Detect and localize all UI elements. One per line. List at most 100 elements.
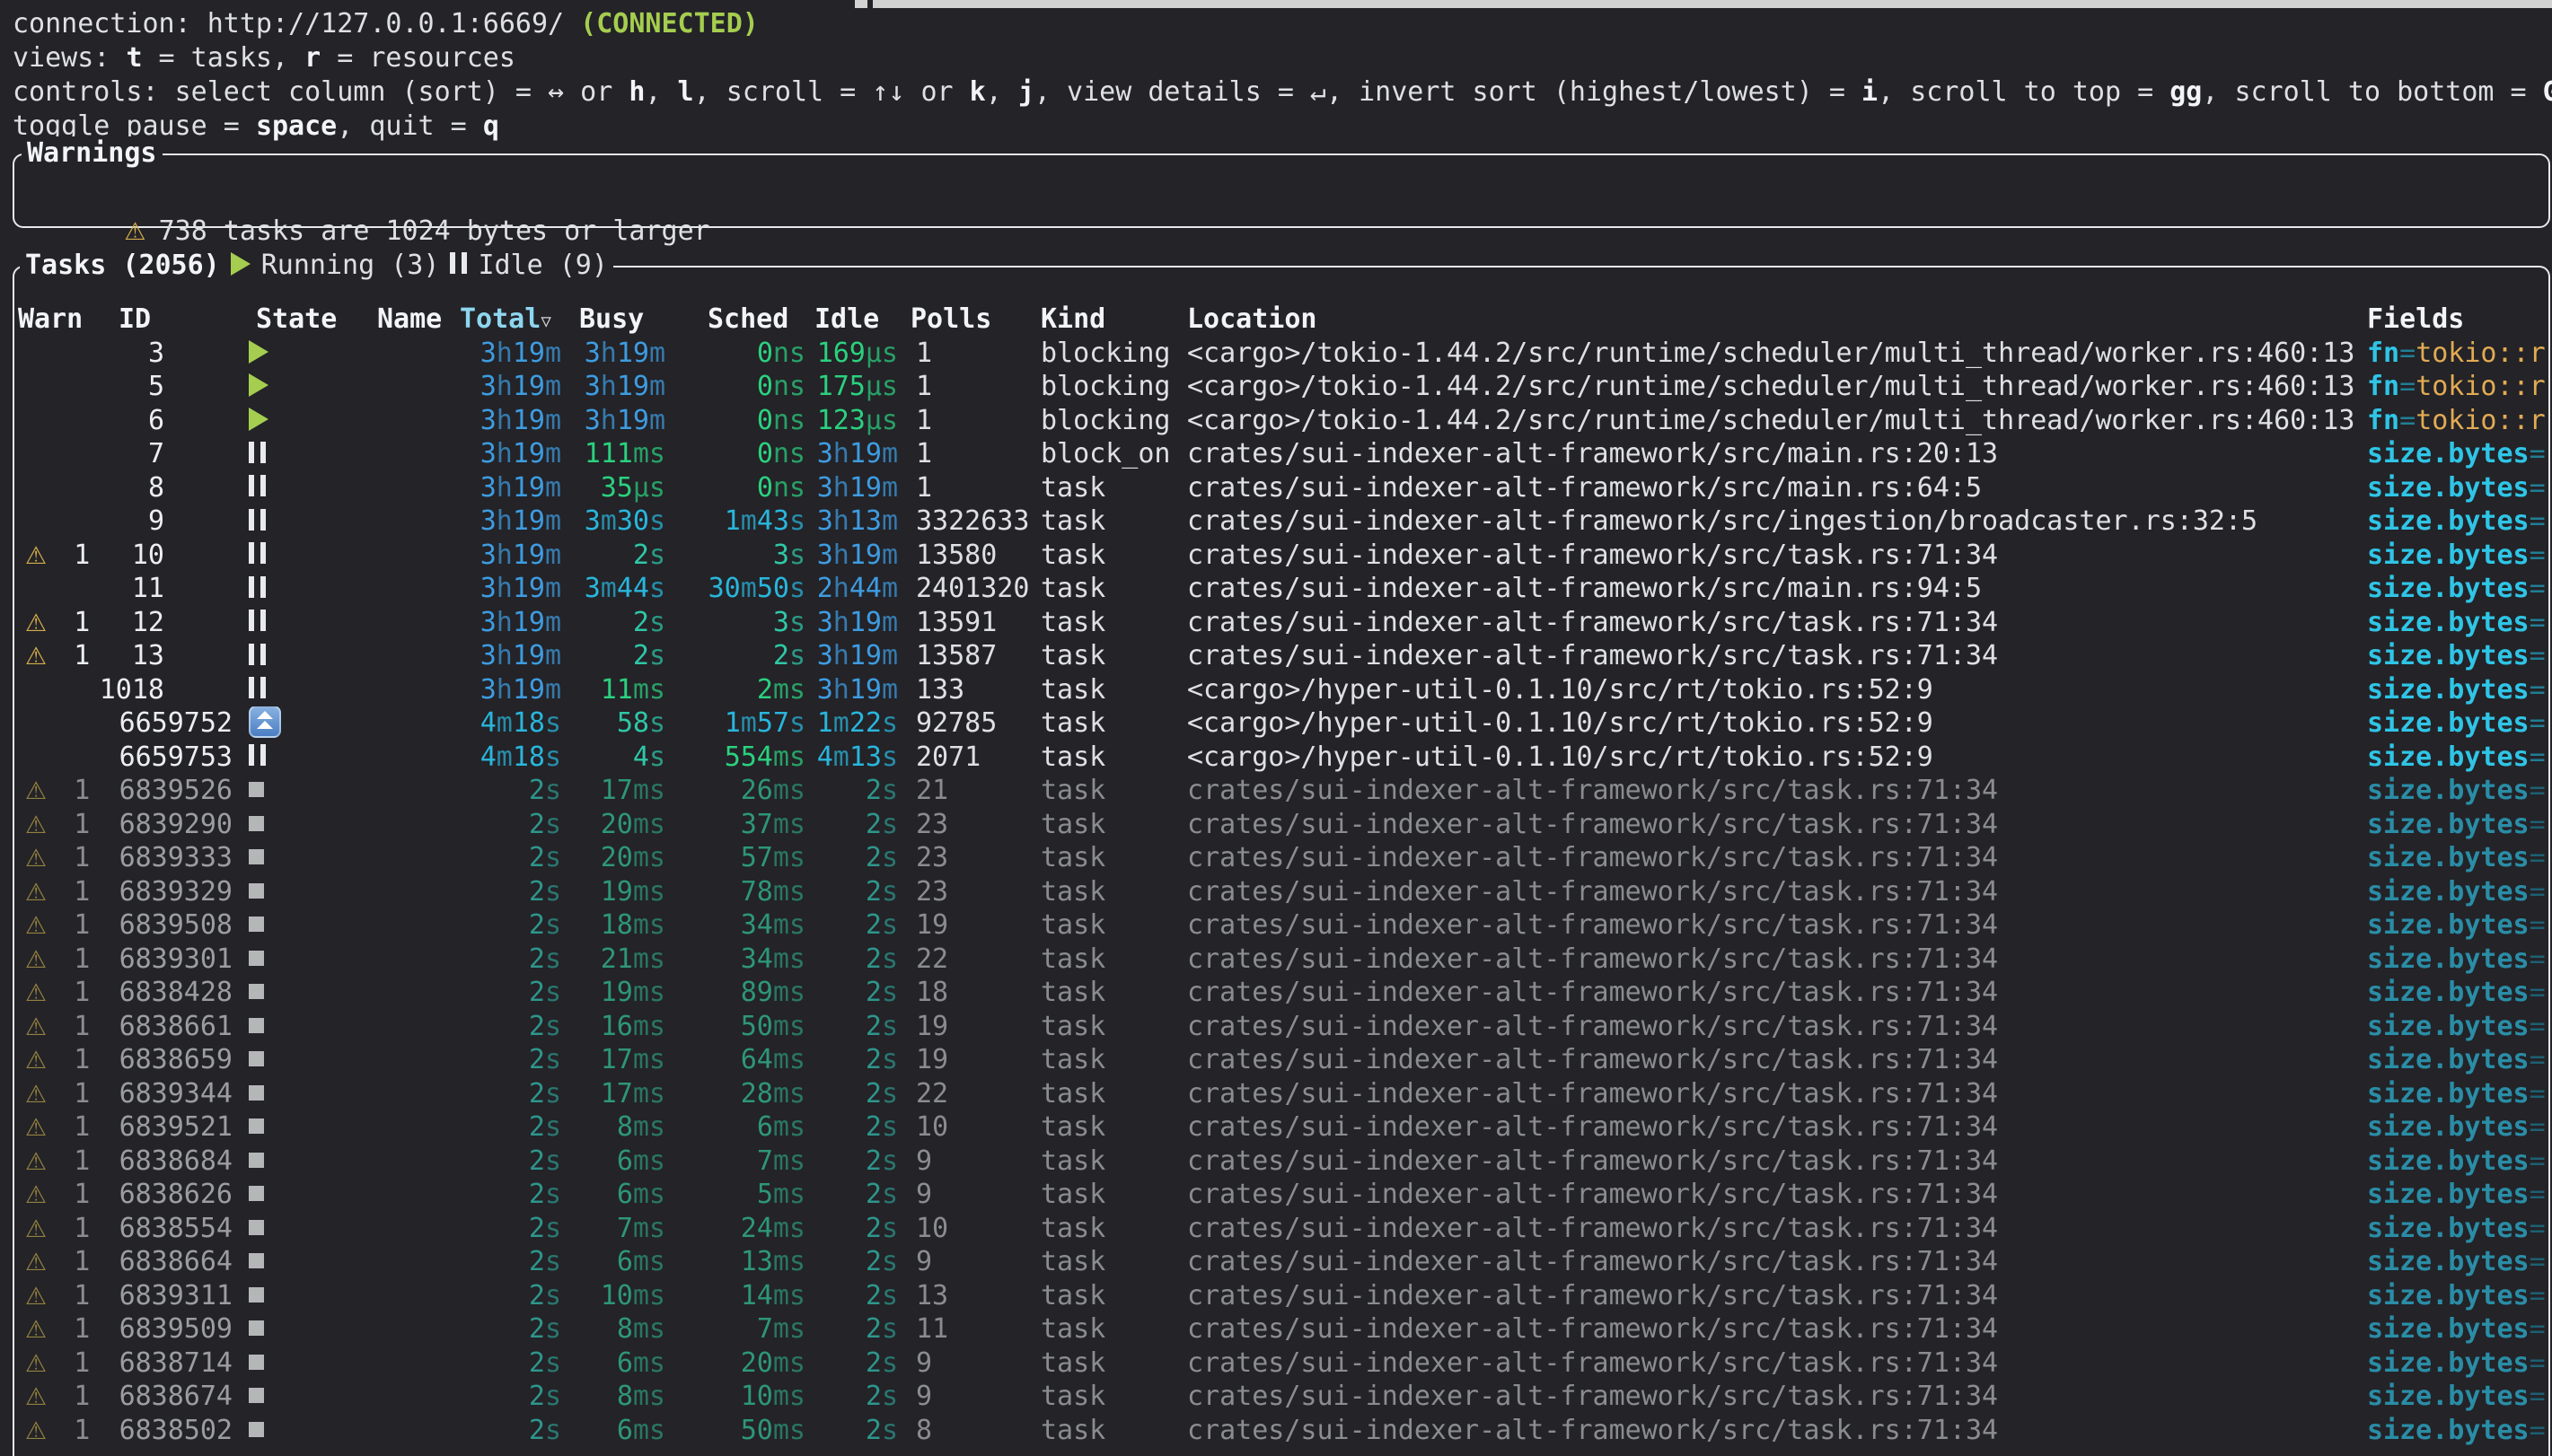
task-row[interactable]: ⚠168386842s6ms7ms2s9taskcrates/sui-index… bbox=[0, 1145, 2552, 1179]
stopped-state-icon bbox=[249, 1051, 264, 1066]
cell-kind: task bbox=[1041, 1212, 1187, 1246]
cell-busy: 17ms bbox=[563, 774, 669, 808]
task-row[interactable]: ⚠168393012s21ms34ms2s22taskcrates/sui-in… bbox=[0, 943, 2552, 977]
column-header-polls[interactable]: Polls bbox=[901, 303, 1041, 337]
duration-value: 2s bbox=[866, 1213, 898, 1244]
column-header-total[interactable]: Total▿ bbox=[460, 303, 563, 337]
stopped-state-icon bbox=[249, 1287, 264, 1303]
cell-polls: 22 bbox=[901, 1077, 1041, 1111]
cell-idle: 2s bbox=[809, 808, 901, 842]
column-header-state[interactable]: State bbox=[164, 303, 377, 337]
cell-fields: size.bytes= bbox=[2367, 572, 2552, 606]
duration-value: 20ms bbox=[601, 842, 665, 873]
task-row[interactable]: 10183h19m11ms2ms3h19m133task<cargo>/hype… bbox=[0, 673, 2552, 707]
task-row[interactable]: 53h19m3h19m0ns175µs1blocking<cargo>/toki… bbox=[0, 370, 2552, 404]
cell-sched: 26ms bbox=[669, 774, 809, 808]
cell-location: crates/sui-indexer-alt-framework/src/tas… bbox=[1187, 1212, 2367, 1246]
task-row[interactable]: ⚠168395262s17ms26ms2s21taskcrates/sui-in… bbox=[0, 774, 2552, 808]
cell-busy: 2s bbox=[563, 606, 669, 640]
duration-value: 20ms bbox=[741, 1347, 805, 1379]
cell-busy: 3h19m bbox=[563, 404, 669, 438]
cell-fields: size.bytes= bbox=[2367, 437, 2552, 471]
cell-sched: 28ms bbox=[669, 1077, 809, 1111]
field-equals: = bbox=[2530, 842, 2546, 873]
duration-value: 19ms bbox=[601, 876, 665, 908]
duration-value: 50ms bbox=[741, 1011, 805, 1042]
task-row[interactable]: ⚠168386592s17ms64ms2s19taskcrates/sui-in… bbox=[0, 1043, 2552, 1077]
task-row[interactable]: ⚠168384282s19ms89ms2s18taskcrates/sui-in… bbox=[0, 976, 2552, 1010]
task-row[interactable]: 63h19m3h19m0ns123µs1blocking<cargo>/toki… bbox=[0, 404, 2552, 438]
field-equals: = bbox=[2530, 1078, 2546, 1110]
task-row[interactable]: ⚠168393442s17ms28ms2s22taskcrates/sui-in… bbox=[0, 1077, 2552, 1111]
duration-value: 2s bbox=[529, 1415, 561, 1446]
task-row[interactable]: ⚠1133h19m2s2s3h19m13587taskcrates/sui-in… bbox=[0, 639, 2552, 673]
warning-icon: ⚠ bbox=[25, 845, 47, 873]
duration-value: 17ms bbox=[601, 1078, 665, 1110]
task-row[interactable]: ⚠168385022s6ms50ms2s8taskcrates/sui-inde… bbox=[0, 1414, 2552, 1448]
column-header-name[interactable]: Name bbox=[377, 303, 460, 337]
cell-fields: size.bytes= bbox=[2367, 639, 2552, 673]
column-header-loc[interactable]: Location bbox=[1187, 303, 2367, 337]
column-header-fields[interactable]: Fields bbox=[2367, 303, 2552, 337]
field-key: size.bytes bbox=[2367, 539, 2530, 571]
task-row[interactable]: ⚠168386742s8ms10ms2s9taskcrates/sui-inde… bbox=[0, 1380, 2552, 1414]
column-header-warn[interactable]: Warn bbox=[0, 303, 99, 337]
task-row[interactable]: ⚠168393292s19ms78ms2s23taskcrates/sui-in… bbox=[0, 875, 2552, 909]
task-row[interactable]: ⚠168386612s16ms50ms2s19taskcrates/sui-in… bbox=[0, 1010, 2552, 1044]
cell-name bbox=[377, 572, 460, 606]
cell-fields: size.bytes= bbox=[2367, 841, 2552, 875]
cell-kind: task bbox=[1041, 1110, 1187, 1145]
task-row[interactable]: ⚠168386642s6ms13ms2s9taskcrates/sui-inde… bbox=[0, 1245, 2552, 1279]
task-row[interactable]: ⚠168387142s6ms20ms2s9taskcrates/sui-inde… bbox=[0, 1346, 2552, 1381]
cell-kind: task bbox=[1041, 471, 1187, 505]
column-header-id[interactable]: ID bbox=[99, 303, 164, 337]
column-header-busy[interactable]: Busy bbox=[563, 303, 669, 337]
task-row[interactable]: ⚠168393112s10ms14ms2s13taskcrates/sui-in… bbox=[0, 1279, 2552, 1313]
task-row[interactable]: 93h19m3m30s1m43s3h13m3322633taskcrates/s… bbox=[0, 504, 2552, 539]
cell-name bbox=[377, 337, 460, 371]
stopped-state-icon bbox=[249, 1018, 264, 1033]
cell-busy: 20ms bbox=[563, 841, 669, 875]
cell-warn: ⚠1 bbox=[0, 1077, 99, 1111]
field-key: size.bytes bbox=[2367, 640, 2530, 671]
cell-polls: 18 bbox=[901, 976, 1041, 1010]
column-header-idle[interactable]: Idle bbox=[809, 303, 901, 337]
task-row[interactable]: 113h19m3m44s30m50s2h44m2401320taskcrates… bbox=[0, 572, 2552, 606]
warnings-panel-title: Warnings bbox=[22, 136, 163, 171]
task-row[interactable]: ⚠168385542s7ms24ms2s10taskcrates/sui-ind… bbox=[0, 1212, 2552, 1246]
cell-total: 3h19m bbox=[460, 606, 563, 640]
duration-value: 2s bbox=[866, 1011, 898, 1042]
task-row[interactable]: ⚠168395082s18ms34ms2s19taskcrates/sui-in… bbox=[0, 908, 2552, 943]
idle-state-icon bbox=[249, 576, 266, 598]
task-row[interactable]: 66597524m18s58s1m57s1m22s92785task<cargo… bbox=[0, 706, 2552, 741]
field-equals: = bbox=[2530, 876, 2546, 908]
task-row[interactable]: ⚠1123h19m2s3s3h19m13591taskcrates/sui-in… bbox=[0, 606, 2552, 640]
cell-fields: size.bytes= bbox=[2367, 1010, 2552, 1044]
cell-idle: 1m22s bbox=[809, 706, 901, 741]
cell-sched: 1m43s bbox=[669, 504, 809, 539]
duration-value: 8ms bbox=[617, 1313, 665, 1345]
task-row[interactable]: ⚠168393332s20ms57ms2s23taskcrates/sui-in… bbox=[0, 841, 2552, 875]
cell-sched: 2ms bbox=[669, 673, 809, 707]
column-header-kind[interactable]: Kind bbox=[1041, 303, 1187, 337]
task-row[interactable]: ⚠168386262s6ms5ms2s9taskcrates/sui-index… bbox=[0, 1178, 2552, 1212]
warning-icon: ⚠ bbox=[25, 1215, 47, 1243]
column-header-sched[interactable]: Sched bbox=[669, 303, 809, 337]
task-row[interactable]: 33h19m3h19m0ns169µs1blocking<cargo>/toki… bbox=[0, 337, 2552, 371]
task-row[interactable]: 66597534m18s4s554ms4m13s2071task<cargo>/… bbox=[0, 741, 2552, 775]
field-equals: = bbox=[2530, 1111, 2546, 1143]
cell-polls: 2071 bbox=[901, 741, 1041, 775]
task-row[interactable]: 73h19m111ms0ns3h19m1block_oncrates/sui-i… bbox=[0, 437, 2552, 471]
connection-url[interactable]: http://127.0.0.1:6669/ bbox=[207, 8, 564, 39]
field-key: size.bytes bbox=[2367, 472, 2530, 504]
task-row[interactable]: ⚠168395212s8ms6ms2s10taskcrates/sui-inde… bbox=[0, 1110, 2552, 1145]
cell-warn: ⚠1 bbox=[0, 539, 99, 573]
task-row[interactable]: ⚠168395092s8ms7ms2s11taskcrates/sui-inde… bbox=[0, 1312, 2552, 1346]
field-equals: = bbox=[2530, 1280, 2546, 1311]
cell-state bbox=[164, 572, 377, 606]
task-row[interactable]: 83h19m35µs0ns3h19m1taskcrates/sui-indexe… bbox=[0, 471, 2552, 505]
task-row[interactable]: ⚠1103h19m2s3s3h19m13580taskcrates/sui-in… bbox=[0, 539, 2552, 573]
warn-count: 1 bbox=[74, 943, 90, 975]
task-row[interactable]: ⚠168392902s20ms37ms2s23taskcrates/sui-in… bbox=[0, 808, 2552, 842]
cell-sched: 20ms bbox=[669, 1346, 809, 1381]
